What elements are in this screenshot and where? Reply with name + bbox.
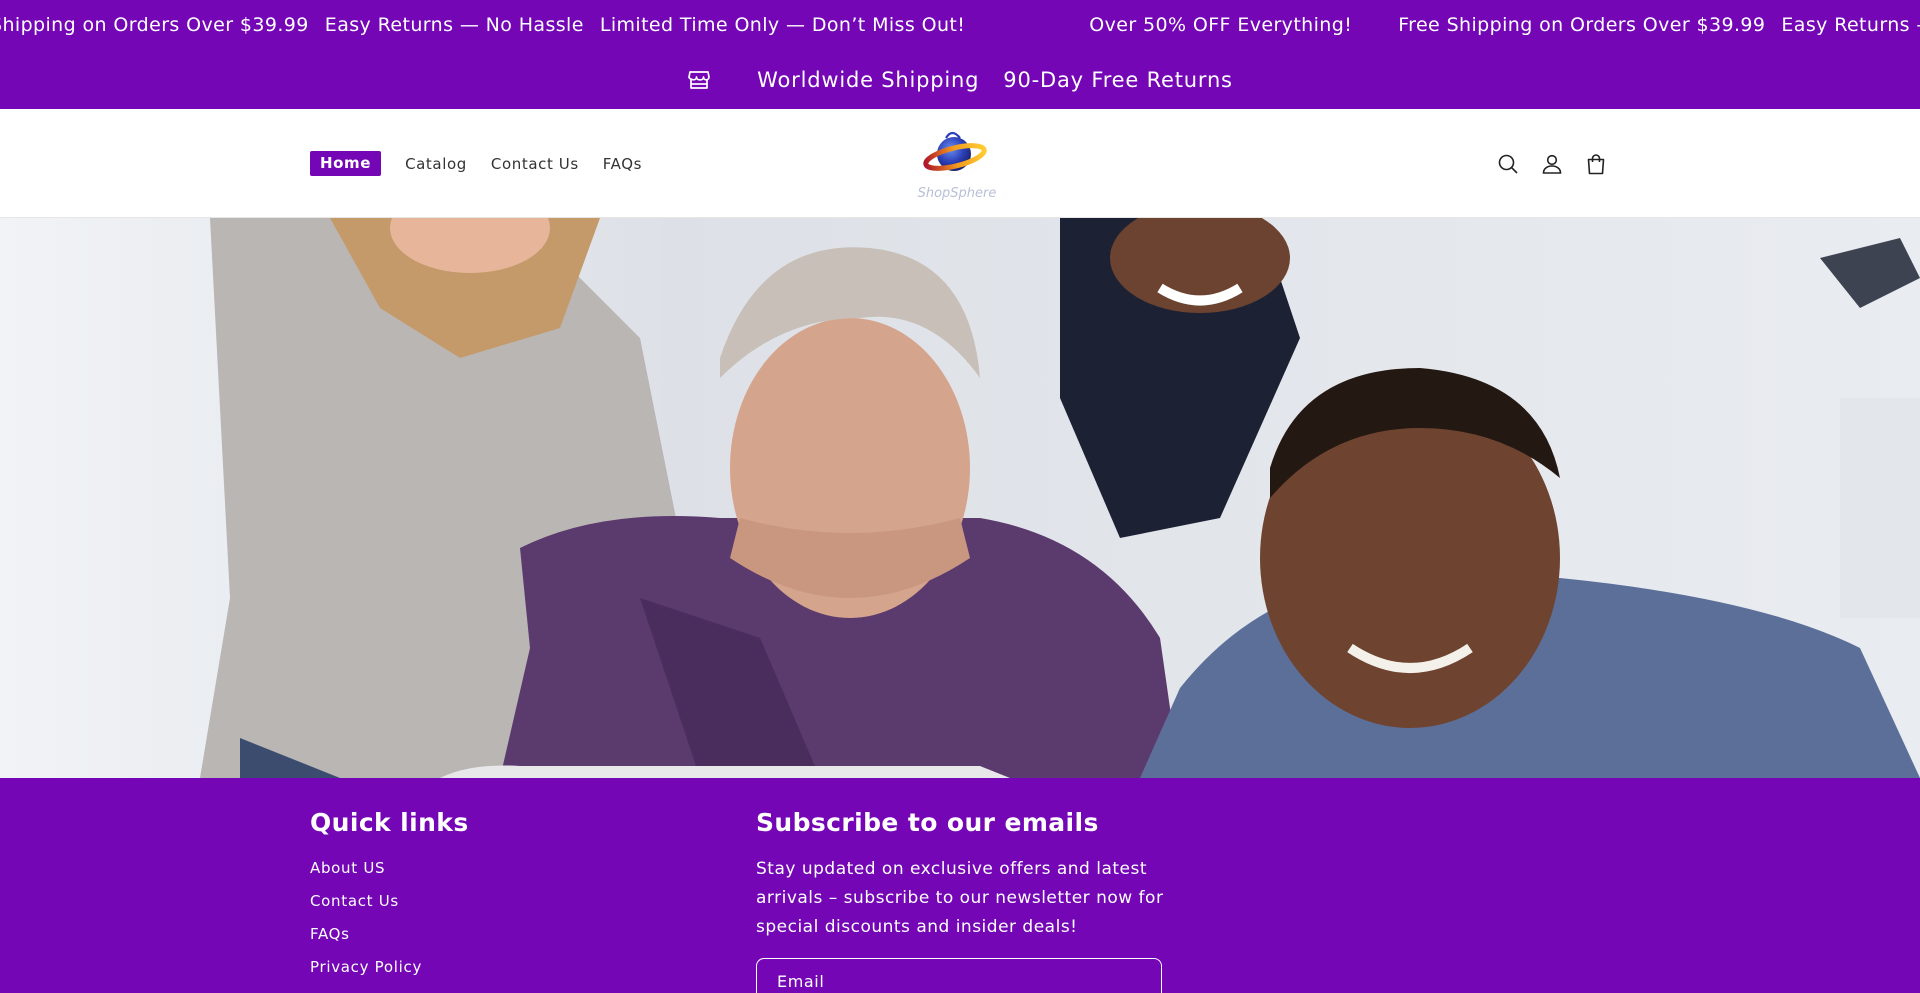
search-icon[interactable] [1496, 152, 1520, 176]
announcement-item: Limited Time Only — Don’t Miss Out! [599, 14, 966, 36]
cart-icon[interactable] [1584, 152, 1608, 176]
announcement-bar: Shipping on Orders Over $39.99 Easy Retu… [0, 0, 1920, 50]
announcement-item: Free Shipping on Orders Over $39.99 [1398, 14, 1766, 36]
quick-links-list: About US Contact Us FAQs Privacy Policy [310, 859, 710, 976]
announcement-item: Over 50% OFF Everything! [1089, 14, 1353, 36]
newsletter-section: Subscribe to our emails Stay updated on … [756, 808, 1176, 993]
email-field-wrapper [756, 958, 1162, 993]
announcement-item: Shipping on Orders Over $39.99 [0, 14, 309, 36]
list-item: About US [310, 859, 710, 877]
announcement-item: Easy Returns — No Hassle [324, 14, 584, 36]
site-footer: Quick links About US Contact Us FAQs Pri… [0, 778, 1920, 993]
announcement-track: Shipping on Orders Over $39.99 Easy Retu… [0, 0, 1920, 50]
email-field[interactable] [757, 959, 1161, 993]
announcement-item: Easy Returns — No Ha [1781, 14, 1920, 36]
account-icon[interactable] [1540, 152, 1564, 176]
footer-link-about-us[interactable]: About US [310, 859, 385, 877]
nav-home[interactable]: Home [310, 151, 382, 176]
header-actions [1496, 109, 1608, 218]
list-item: FAQs [310, 925, 710, 943]
site-header: Home Catalog Contact Us FAQs ShopSphere [0, 109, 1920, 218]
logo-text: ShopSphere [918, 186, 997, 201]
footer-link-privacy-policy[interactable]: Privacy Policy [310, 958, 422, 976]
site-logo[interactable]: ShopSphere [912, 124, 1002, 204]
footer-link-faqs[interactable]: FAQs [310, 925, 350, 943]
main-nav: Home Catalog Contact Us FAQs [310, 109, 642, 218]
quick-links-section: Quick links About US Contact Us FAQs Pri… [310, 808, 710, 991]
nav-catalog[interactable]: Catalog [405, 155, 467, 173]
list-item: Contact Us [310, 892, 710, 910]
shipping-bar: Worldwide Shipping 90-Day Free Returns [0, 50, 1920, 109]
free-returns-text: 90-Day Free Returns [1003, 67, 1233, 92]
quick-links-title: Quick links [310, 808, 469, 837]
list-item: Privacy Policy [310, 958, 710, 976]
footer-link-contact-us[interactable]: Contact Us [310, 892, 399, 910]
worldwide-shipping-text: Worldwide Shipping [757, 67, 980, 92]
newsletter-description: Stay updated on exclusive offers and lat… [756, 859, 1164, 937]
store-icon [687, 68, 711, 92]
newsletter-title: Subscribe to our emails [756, 808, 1099, 837]
nav-contact-us[interactable]: Contact Us [491, 155, 579, 173]
nav-faqs[interactable]: FAQs [603, 155, 642, 173]
hero-banner-image [0, 218, 1920, 778]
